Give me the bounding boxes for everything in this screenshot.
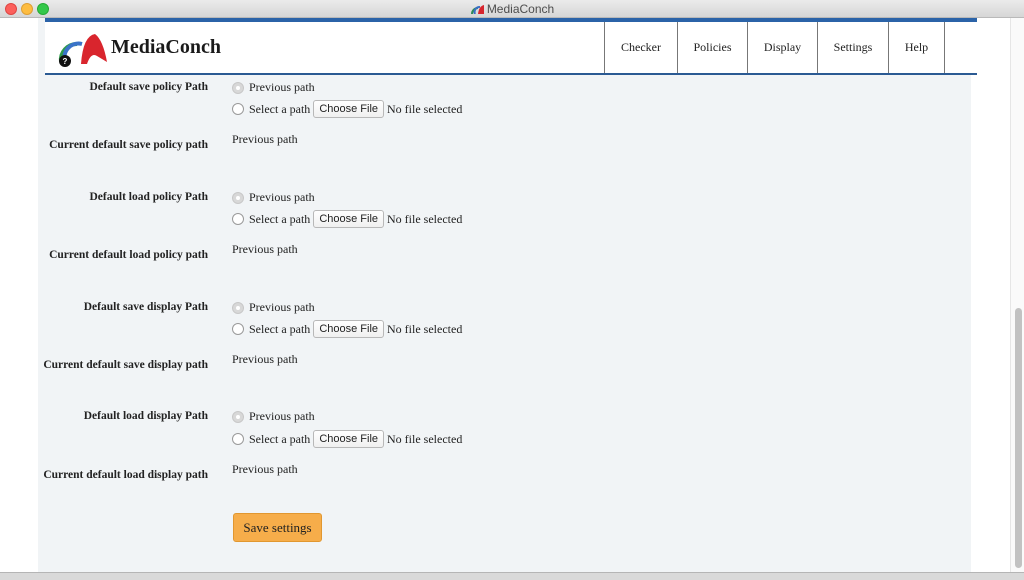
- no-file-selected-label: No file selected: [387, 101, 463, 116]
- current-save-policy-value: Previous path: [232, 132, 298, 146]
- load-policy-previous-radio[interactable]: [232, 191, 244, 204]
- save-policy-previous-radio[interactable]: [232, 81, 244, 94]
- previous-path-label: Previous path: [249, 300, 315, 314]
- load-policy-previous-option[interactable]: Previous path: [232, 190, 315, 205]
- scrollbar-thumb[interactable]: [1015, 308, 1022, 568]
- svg-text:?: ?: [63, 57, 68, 66]
- select-path-label: Select a path: [249, 431, 311, 446]
- header-divider: [45, 73, 977, 75]
- current-load-policy-label: Current default load policy path: [49, 249, 208, 261]
- browser-viewport: Default save policy Path Previous path S…: [0, 18, 1024, 572]
- default-load-policy-label: Default load policy Path: [89, 191, 208, 203]
- current-load-display-value: Previous path: [232, 462, 298, 476]
- load-display-select-radio[interactable]: [232, 433, 244, 445]
- load-display-previous-option[interactable]: Previous path: [232, 409, 315, 424]
- window-titlebar: MediaConch: [0, 0, 1024, 18]
- default-load-display-label: Default load display Path: [83, 410, 208, 422]
- nav-display[interactable]: Display: [747, 22, 817, 73]
- load-display-select-option[interactable]: Select a path Choose File No file select…: [232, 430, 462, 448]
- current-save-display-value: Previous path: [232, 352, 298, 366]
- no-file-selected-label: No file selected: [387, 321, 463, 336]
- load-policy-select-option[interactable]: Select a path Choose File No file select…: [232, 210, 462, 228]
- main-nav: Checker Policies Display Settings Help: [604, 22, 945, 73]
- default-save-policy-label: Default save policy Path: [89, 81, 208, 93]
- no-file-selected-label: No file selected: [387, 431, 463, 446]
- save-policy-select-option[interactable]: Select a path Choose File No file select…: [232, 100, 462, 118]
- settings-page: Default save policy Path Previous path S…: [38, 18, 971, 572]
- choose-file-button[interactable]: Choose File: [313, 100, 385, 118]
- current-save-display-label: Current default save display path: [43, 359, 208, 371]
- mediaconch-logo[interactable]: ?: [57, 32, 107, 68]
- app-icon: [470, 5, 484, 14]
- load-policy-select-radio[interactable]: [232, 213, 244, 225]
- window-title-text: MediaConch: [486, 2, 555, 16]
- nav-settings[interactable]: Settings: [817, 22, 888, 73]
- choose-file-button[interactable]: Choose File: [313, 210, 385, 228]
- nav-policies[interactable]: Policies: [677, 22, 747, 73]
- nav-checker[interactable]: Checker: [604, 22, 677, 73]
- save-display-previous-radio[interactable]: [232, 301, 244, 314]
- select-path-label: Select a path: [249, 211, 311, 226]
- select-path-label: Select a path: [249, 101, 311, 116]
- save-policy-previous-option[interactable]: Previous path: [232, 80, 315, 95]
- save-display-select-option[interactable]: Select a path Choose File No file select…: [232, 320, 462, 338]
- vertical-scrollbar[interactable]: [1010, 18, 1024, 572]
- choose-file-button[interactable]: Choose File: [313, 320, 385, 338]
- current-save-policy-label: Current default save policy path: [49, 139, 208, 151]
- save-policy-select-radio[interactable]: [232, 103, 244, 115]
- choose-file-button[interactable]: Choose File: [313, 430, 385, 448]
- window-title: MediaConch: [0, 2, 1024, 16]
- previous-path-label: Previous path: [249, 190, 315, 204]
- select-path-label: Select a path: [249, 321, 311, 336]
- save-display-select-radio[interactable]: [232, 323, 244, 335]
- no-file-selected-label: No file selected: [387, 211, 463, 226]
- site-header: ? MediaConch Checker Policies Display Se…: [45, 18, 977, 75]
- default-save-display-label: Default save display Path: [83, 301, 208, 313]
- nav-help[interactable]: Help: [888, 22, 945, 73]
- current-load-policy-value: Previous path: [232, 242, 298, 256]
- load-display-previous-radio[interactable]: [232, 410, 244, 423]
- previous-path-label: Previous path: [249, 409, 315, 423]
- current-load-display-label: Current default load display path: [43, 469, 208, 481]
- brand-name[interactable]: MediaConch: [111, 36, 221, 59]
- window-bottom-edge: [0, 572, 1024, 580]
- save-display-previous-option[interactable]: Previous path: [232, 300, 315, 315]
- previous-path-label: Previous path: [249, 80, 315, 94]
- save-settings-button[interactable]: Save settings: [233, 513, 322, 542]
